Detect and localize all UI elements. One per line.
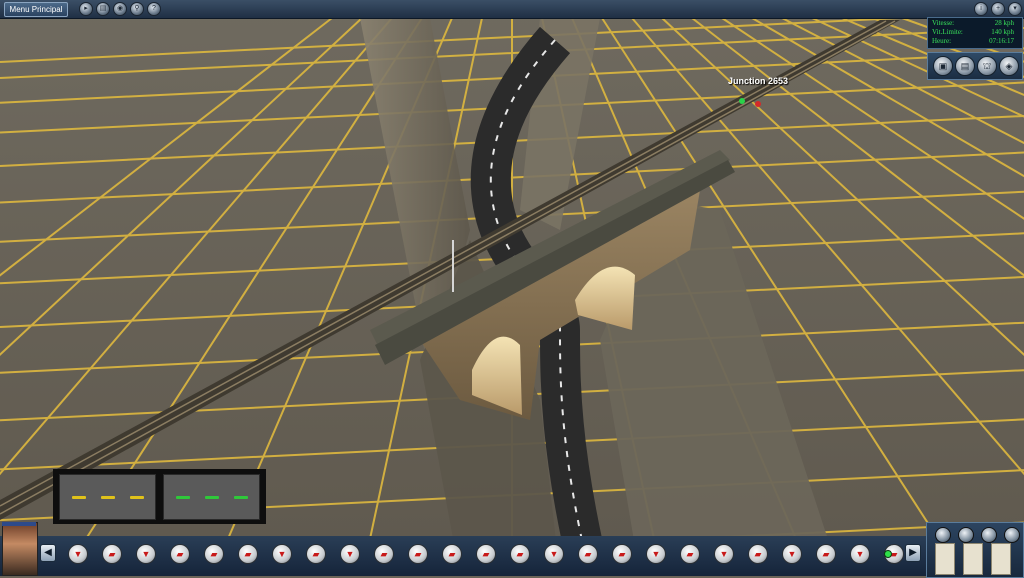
train-tool-icon[interactable]: ▰ bbox=[306, 544, 326, 564]
train-tool-icon[interactable]: ▰ bbox=[442, 544, 462, 564]
status-indicator bbox=[884, 550, 892, 558]
train-tool-icon[interactable]: ▰ bbox=[204, 544, 224, 564]
red-triangle-icon: ▼ bbox=[787, 549, 797, 559]
track-down-tool-icon[interactable]: ▼ bbox=[850, 544, 870, 564]
camera-buttons-panel: ▣ ▤ ⛫ ◈ bbox=[927, 52, 1023, 80]
train-tool-icon[interactable]: ▰ bbox=[374, 544, 394, 564]
driver-view-icon[interactable]: ▣ bbox=[933, 56, 953, 76]
time-label: Heure: bbox=[932, 37, 952, 45]
red-triangle-icon: ▼ bbox=[719, 549, 729, 559]
scroll-left-button[interactable]: ◀ bbox=[40, 544, 56, 562]
red-train-icon: ▰ bbox=[686, 549, 694, 559]
dash-mark bbox=[72, 496, 86, 499]
help-icon[interactable]: ? bbox=[147, 2, 161, 16]
red-train-icon: ▰ bbox=[754, 549, 762, 559]
bridge-icon[interactable] bbox=[1004, 527, 1020, 543]
red-train-icon: ▰ bbox=[584, 549, 592, 559]
track-down-tool-icon[interactable]: ▼ bbox=[340, 544, 360, 564]
red-train-icon: ▰ bbox=[482, 549, 490, 559]
external-view-icon[interactable]: ⛫ bbox=[977, 56, 997, 76]
red-train-icon: ▰ bbox=[176, 549, 184, 559]
red-triangle-icon: ▼ bbox=[855, 549, 865, 559]
train-tool-icon[interactable]: ▰ bbox=[612, 544, 632, 564]
junction-label: Junction 2653 bbox=[728, 76, 789, 86]
train-tool-icon[interactable]: ▰ bbox=[578, 544, 598, 564]
red-triangle-icon: ▼ bbox=[141, 549, 151, 559]
document-icon[interactable] bbox=[963, 543, 983, 575]
minimize-icon[interactable]: + bbox=[991, 2, 1005, 16]
train-tool-icon[interactable]: ▰ bbox=[476, 544, 496, 564]
dash-mark bbox=[205, 496, 219, 499]
speed-limit-label: Vit.Limite: bbox=[932, 28, 963, 36]
document-icon[interactable] bbox=[991, 543, 1011, 575]
red-train-icon: ▰ bbox=[448, 549, 456, 559]
speed-value: 28 kph bbox=[994, 19, 1014, 27]
settings-icon[interactable] bbox=[958, 527, 974, 543]
red-train-icon: ▰ bbox=[210, 549, 218, 559]
red-train-icon: ▰ bbox=[312, 549, 320, 559]
speed-limit-row: Vit.Limite: 140 kph bbox=[932, 28, 1020, 37]
track-swatch-panel bbox=[53, 469, 266, 524]
swatch-yellow-dashed[interactable] bbox=[59, 474, 156, 520]
film-icon[interactable]: ▤ bbox=[96, 2, 110, 16]
train-tool-icon[interactable]: ▰ bbox=[680, 544, 700, 564]
red-triangle-icon: ▼ bbox=[345, 549, 355, 559]
swatch-green-dashed[interactable] bbox=[163, 474, 260, 520]
back-icon[interactable] bbox=[981, 527, 997, 543]
red-train-icon: ▰ bbox=[414, 549, 422, 559]
dash-mark bbox=[234, 496, 248, 499]
speed-limit-value: 140 kph bbox=[991, 28, 1014, 36]
red-triangle-icon: ▼ bbox=[549, 549, 559, 559]
train-tool-icon[interactable]: ▰ bbox=[102, 544, 122, 564]
track-down-tool-icon[interactable]: ▼ bbox=[714, 544, 734, 564]
red-train-icon: ▰ bbox=[822, 549, 830, 559]
speed-row: Vitesse: 28 kph bbox=[932, 19, 1020, 28]
hud-panel: Vitesse: 28 kph Vit.Limite: 140 kph Heur… bbox=[927, 17, 1023, 49]
info-icon[interactable]: i bbox=[974, 2, 988, 16]
scroll-right-button[interactable]: ▶ bbox=[905, 544, 921, 562]
red-train-icon: ▰ bbox=[380, 549, 388, 559]
red-train-icon: ▰ bbox=[516, 549, 524, 559]
red-train-icon: ▰ bbox=[618, 549, 626, 559]
track-view-icon[interactable]: ◈ bbox=[999, 56, 1019, 76]
red-triangle-icon: ▼ bbox=[651, 549, 661, 559]
top-bar: Menu Principal ▸ ▤ ◉ ⚲? i + ▾ bbox=[0, 0, 1024, 19]
dash-mark bbox=[176, 496, 190, 499]
track-down-tool-icon[interactable]: ▼ bbox=[68, 544, 88, 564]
camera-icon[interactable]: ◉ bbox=[113, 2, 127, 16]
editor-panel bbox=[926, 522, 1024, 578]
red-triangle-icon: ▼ bbox=[277, 549, 287, 559]
red-train-icon: ▰ bbox=[244, 549, 252, 559]
dash-mark bbox=[130, 496, 144, 499]
document-icon[interactable] bbox=[935, 543, 955, 575]
train-tool-icon[interactable]: ▰ bbox=[408, 544, 428, 564]
driver-avatar[interactable] bbox=[2, 522, 38, 576]
red-train-icon: ▰ bbox=[108, 549, 116, 559]
cab-view-icon[interactable]: ▤ bbox=[955, 56, 975, 76]
time-value: 07:16:17 bbox=[989, 37, 1014, 45]
play-icon[interactable]: ▸ bbox=[79, 2, 93, 16]
train-tool-icon[interactable]: ▰ bbox=[170, 544, 190, 564]
dash-mark bbox=[101, 496, 115, 499]
tools-icon[interactable] bbox=[935, 527, 951, 543]
train-tool-icon[interactable]: ▰ bbox=[816, 544, 836, 564]
track-down-tool-icon[interactable]: ▼ bbox=[782, 544, 802, 564]
train-tool-icon[interactable]: ▰ bbox=[510, 544, 530, 564]
train-tool-icon[interactable]: ▰ bbox=[748, 544, 768, 564]
search-icon[interactable]: ⚲ bbox=[130, 2, 144, 16]
time-row: Heure: 07:16:17 bbox=[932, 37, 1020, 46]
main-menu-button[interactable]: Menu Principal bbox=[4, 2, 68, 17]
avatar-tab bbox=[2, 522, 36, 526]
red-triangle-icon: ▼ bbox=[73, 549, 83, 559]
track-down-tool-icon[interactable]: ▼ bbox=[544, 544, 564, 564]
speed-label: Vitesse: bbox=[932, 19, 955, 27]
track-down-tool-icon[interactable]: ▼ bbox=[272, 544, 292, 564]
track-down-tool-icon[interactable]: ▼ bbox=[646, 544, 666, 564]
maximize-icon[interactable]: ▾ bbox=[1008, 2, 1022, 16]
train-tool-icon[interactable]: ▰ bbox=[238, 544, 258, 564]
track-down-tool-icon[interactable]: ▼ bbox=[136, 544, 156, 564]
